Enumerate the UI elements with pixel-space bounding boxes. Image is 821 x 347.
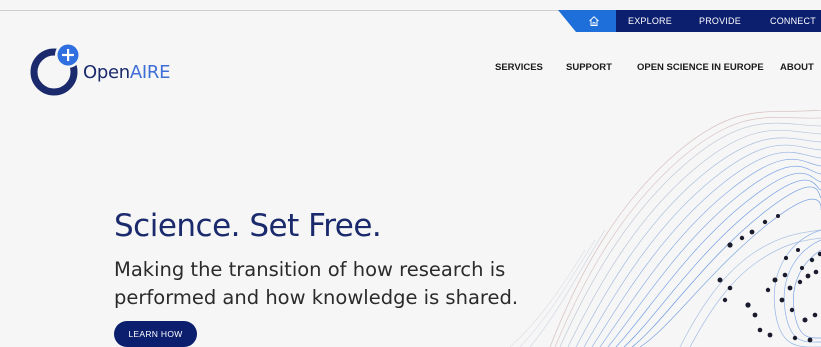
logo-wordmark-open: Open — [83, 62, 130, 83]
home-icon — [589, 16, 599, 26]
hero-subtitle: Making the transition of how research is… — [114, 258, 519, 309]
nav-services[interactable]: SERVICES — [495, 62, 543, 73]
home-tab[interactable] — [558, 10, 616, 32]
logo-wordmark: OpenAIRE — [83, 62, 171, 83]
nav-about[interactable]: ABOUT — [780, 62, 814, 73]
hero-title: Science. Set Free. — [114, 208, 382, 244]
logo-wordmark-aire: AIRE — [129, 62, 171, 83]
nav-support[interactable]: SUPPORT — [566, 62, 612, 73]
learn-how-button[interactable]: LEARN HOW — [114, 321, 197, 347]
nav-open-science-in-europe[interactable]: OPEN SCIENCE IN EUROPE — [637, 62, 764, 73]
utility-nav-provide[interactable]: PROVIDE — [699, 16, 741, 26]
openaire-logo[interactable]: OpenAIRE — [30, 40, 200, 96]
utility-nav-connect[interactable]: CONNECT — [770, 16, 816, 26]
openaire-logo-icon — [30, 42, 81, 96]
utility-nav-explore[interactable]: EXPLORE — [628, 16, 672, 26]
